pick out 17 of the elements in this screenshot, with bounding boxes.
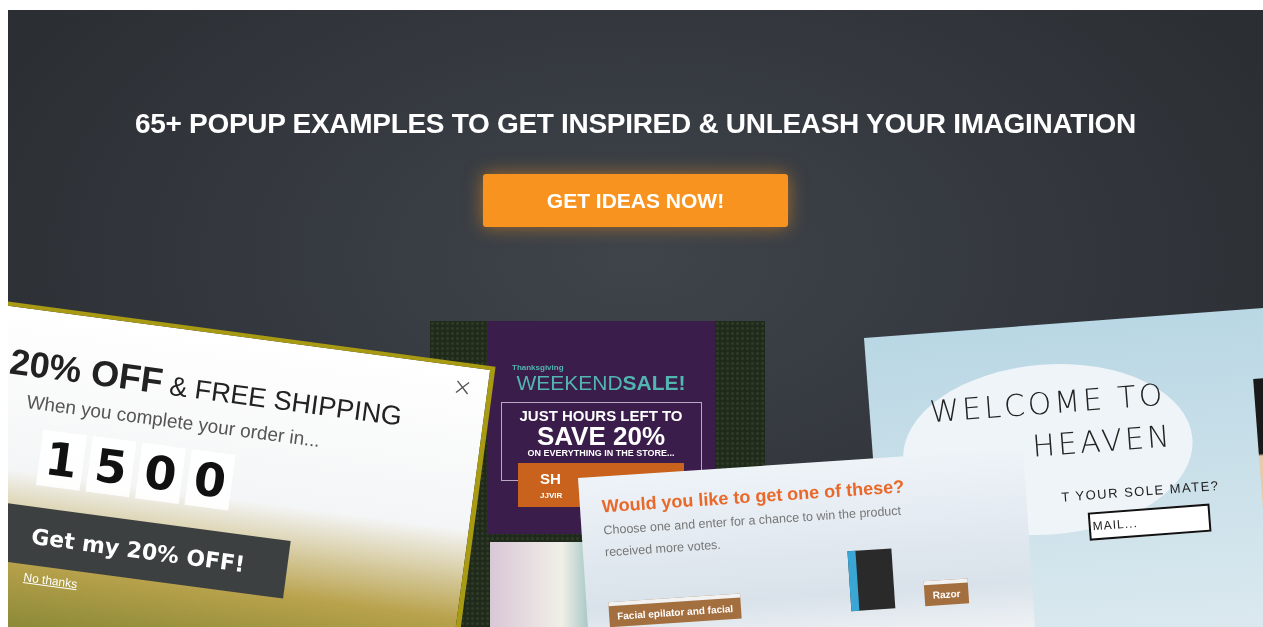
countdown-digit: 0 [184, 449, 236, 511]
wooden-sign: Facial epilator and facial [608, 593, 742, 627]
close-icon[interactable] [454, 379, 471, 396]
sale-eyebrow: Thanksgiving [512, 363, 564, 372]
wooden-sign: Razor [923, 578, 970, 607]
headline: 65+ POPUP EXAMPLES TO GET INSPIRED & UNLEASH YOUR IMAGINATION [135, 107, 1136, 141]
get-ideas-button[interactable]: GET IDEAS NOW! [483, 174, 788, 227]
sale-text: JUST HOURS LEFT TO [519, 407, 683, 424]
countdown-digit: 0 [135, 442, 187, 504]
countdown-digit: 5 [85, 436, 137, 498]
no-thanks-link[interactable]: No thanks [22, 570, 79, 592]
countdown-digit: 1 [35, 429, 87, 491]
popup-title: HEAVEN [1031, 418, 1175, 466]
sale-discount: SAVE 20% [536, 424, 666, 448]
sale-text: ON EVERYTHING IN THE STORE... [527, 448, 675, 458]
popup-question: T YOUR SOLE MATE? [1060, 477, 1221, 505]
sale-title: WEEKENDSALE! [516, 372, 686, 394]
